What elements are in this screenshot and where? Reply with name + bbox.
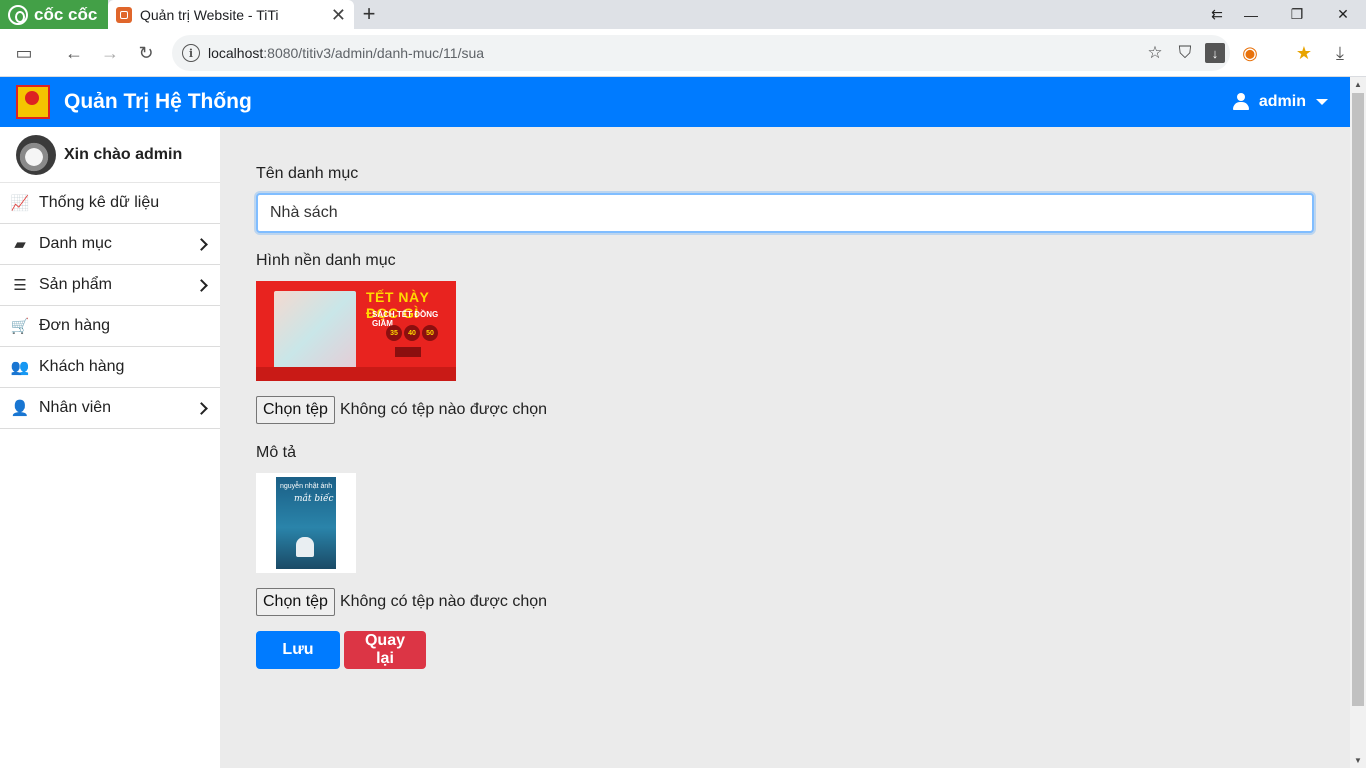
forward-icon[interactable]: → xyxy=(96,39,124,67)
description-image-preview: nguyễn nhật ánh mắt biếc xyxy=(256,473,356,573)
cover-author: nguyễn nhật ánh xyxy=(280,483,333,490)
description-file-row: Chọn tệp Không có tệp nào được chọn xyxy=(256,588,1314,616)
chevron-right-icon xyxy=(195,278,208,292)
sidebar-item-products[interactable]: ☰ Sản phẩm xyxy=(0,265,220,306)
banner-tag xyxy=(395,347,421,357)
coccoc-logo-icon xyxy=(8,4,28,25)
sidebar: Xin chào admin 📈 Thống kê dữ liệu ▰ Danh… xyxy=(0,127,220,768)
minimize-button[interactable]: — xyxy=(1228,0,1274,29)
sidebar-item-label: Đơn hàng xyxy=(39,317,110,334)
greeting-text: Xin chào admin xyxy=(64,145,183,163)
shield-icon[interactable]: ⛉ xyxy=(1170,38,1200,68)
user-name: admin xyxy=(1258,93,1306,110)
category-name-input[interactable] xyxy=(256,193,1314,233)
tab-close-icon[interactable]: ✕ xyxy=(331,6,346,24)
favicon-icon xyxy=(116,6,132,23)
sidebar-item-label: Thống kê dữ liệu xyxy=(39,194,160,211)
site-info-icon[interactable]: i xyxy=(182,44,200,62)
banner-books-art xyxy=(274,291,356,371)
coccoc-menu-button[interactable]: cốc cốc xyxy=(0,0,108,29)
cart-icon: 🛒 xyxy=(10,318,30,335)
bookmark-star-icon[interactable]: ☆ xyxy=(1140,38,1170,68)
browser-tab-strip: cốc cốc Quản trị Website - TiTi ✕ + ⇇ — … xyxy=(0,0,1366,29)
banner-discount: 50 xyxy=(422,325,438,341)
page-brand-title[interactable]: Quản Trị Hệ Thống xyxy=(64,90,252,114)
sidebar-item-label: Sản phẩm xyxy=(39,276,112,293)
sidebar-item-categories[interactable]: ▰ Danh mục xyxy=(0,224,220,265)
description-label: Mô tả xyxy=(256,444,297,461)
caret-down-icon xyxy=(1316,99,1328,105)
browser-tab-active[interactable]: Quản trị Website - TiTi ✕ xyxy=(108,0,354,29)
sidebar-user-panel: Xin chào admin xyxy=(0,127,220,183)
background-choose-file-button[interactable]: Chọn tệp xyxy=(256,396,335,424)
database-icon: ☰ xyxy=(13,277,27,294)
background-label: Hình nền danh mục xyxy=(256,252,396,269)
back-icon[interactable]: ← xyxy=(60,39,88,67)
banner-ground xyxy=(256,367,456,381)
new-tab-button[interactable]: + xyxy=(358,2,380,26)
sidebar-item-label: Khách hàng xyxy=(39,358,125,375)
avatar xyxy=(16,134,56,175)
users-icon: 👥 xyxy=(10,359,30,376)
top-navbar: Quản Trị Hệ Thống admin xyxy=(0,77,1350,127)
downloads-icon[interactable]: ⤓ xyxy=(1326,39,1354,67)
sidebar-item-orders[interactable]: 🛒 Đơn hàng xyxy=(0,306,220,347)
form-actions: Lưu Quay lại xyxy=(256,631,1314,669)
web-page: Quản Trị Hệ Thống admin Xin chào admin 📈… xyxy=(0,77,1350,768)
sidebar-toggle-icon[interactable]: ▭ xyxy=(10,39,38,67)
save-button[interactable]: Lưu xyxy=(256,631,340,669)
book-cover: nguyễn nhật ánh mắt biếc xyxy=(276,477,336,569)
cover-figure xyxy=(296,537,314,557)
scroll-up-icon[interactable]: ▲ xyxy=(1354,80,1362,89)
extension-icon[interactable]: ◉ xyxy=(1236,39,1264,67)
sidebar-item-customers[interactable]: 👥 Khách hàng xyxy=(0,347,220,388)
user-icon xyxy=(1232,93,1249,111)
scrollbar-thumb[interactable] xyxy=(1352,93,1364,706)
game-extension-icon[interactable]: ★ xyxy=(1290,39,1318,67)
category-edit-form: Tên danh mục Hình nền danh mục TẾT NÀY Đ… xyxy=(256,127,1314,669)
address-bar[interactable]: i localhost:8080/titiv3/admin/danh-muc/1… xyxy=(172,35,1230,71)
download-page-icon[interactable]: ↓ xyxy=(1200,38,1230,68)
restore-button[interactable]: ❐ xyxy=(1274,0,1320,29)
reload-icon[interactable]: ↻ xyxy=(132,39,160,67)
description-file-status: Không có tệp nào được chọn xyxy=(339,593,548,610)
chart-line-icon: 📈 xyxy=(10,195,30,212)
cover-title: mắt biếc xyxy=(294,494,334,504)
background-image-preview: TẾT NÀY ĐỌC GÌ SÁCH TẾT ĐỒNG GIẢM 35 40 … xyxy=(256,281,456,381)
description-choose-file-button[interactable]: Chọn tệp xyxy=(256,588,335,616)
back-button[interactable]: Quay lại xyxy=(344,631,426,669)
name-label: Tên danh mục xyxy=(256,165,359,182)
sidebar-item-statistics[interactable]: 📈 Thống kê dữ liệu xyxy=(0,183,220,224)
banner-discount: 40 xyxy=(404,325,420,341)
sidebar-item-label: Nhân viên xyxy=(39,399,112,416)
background-file-row: Chọn tệp Không có tệp nào được chọn xyxy=(256,396,1314,424)
background-file-status: Không có tệp nào được chọn xyxy=(339,401,548,418)
chevron-right-icon xyxy=(195,237,208,251)
user-lock-icon: 👤 xyxy=(10,400,30,417)
banner-discount: 35 xyxy=(386,325,402,341)
sidebar-item-label: Danh mục xyxy=(39,235,112,252)
user-dropdown[interactable]: admin xyxy=(1232,77,1328,127)
scroll-down-icon[interactable]: ▼ xyxy=(1354,756,1362,765)
brand-logo[interactable] xyxy=(16,85,50,119)
sidebar-item-employees[interactable]: 👤 Nhân viên xyxy=(0,388,220,429)
folder-open-icon: ▰ xyxy=(14,236,26,253)
browser-brand: cốc cốc xyxy=(34,4,98,24)
page-scrollbar[interactable]: ▲ ▼ xyxy=(1350,77,1366,768)
tab-title: Quản trị Website - TiTi xyxy=(140,6,279,23)
close-window-button[interactable]: ✕ xyxy=(1320,0,1366,29)
url-text[interactable]: localhost:8080/titiv3/admin/danh-muc/11/… xyxy=(208,45,1140,61)
chevron-right-icon xyxy=(195,401,208,415)
browser-toolbar: ▭ ← → ↻ i localhost:8080/titiv3/admin/da… xyxy=(0,29,1366,77)
